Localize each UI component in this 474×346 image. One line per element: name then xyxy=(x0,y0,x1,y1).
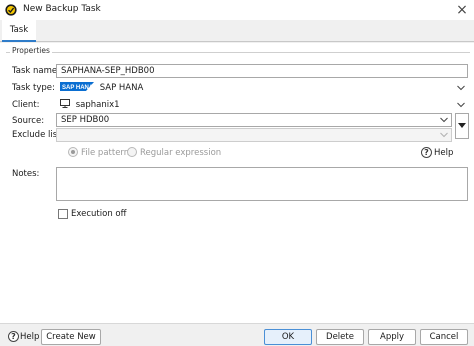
properties-section-header: Properties xyxy=(6,46,470,58)
section-title: Properties xyxy=(10,46,52,55)
dialog-footer: ? Help Create New OK Delete Apply Cancel xyxy=(0,323,474,346)
apply-button[interactable]: Apply xyxy=(368,329,416,345)
title-bar: New Backup Task × xyxy=(0,0,474,20)
hana-logo-text: SAP HANA xyxy=(62,85,94,91)
caret-down-icon xyxy=(458,123,466,128)
source-label: Source: xyxy=(12,116,45,126)
file-pattern-radio[interactable] xyxy=(68,147,78,157)
task-type-value: SAP HANA xyxy=(99,83,144,93)
source-select[interactable]: SEP HDB00 xyxy=(56,113,452,127)
inline-help-link[interactable]: Help xyxy=(434,148,453,158)
client-select[interactable]: saphanix1 xyxy=(56,98,468,112)
footer-help-link[interactable]: Help xyxy=(20,332,39,342)
regular-expression-label: Regular expression xyxy=(140,148,222,158)
notes-textarea[interactable] xyxy=(56,167,468,201)
execution-off-label: Execution off xyxy=(71,209,127,219)
backup-task-dialog: New Backup Task × Task Properties Task n… xyxy=(0,0,474,346)
regular-expression-radio[interactable] xyxy=(127,147,137,157)
app-logo-icon xyxy=(5,4,17,16)
chevron-down-icon[interactable] xyxy=(457,85,465,91)
sap-hana-logo-icon: SAP HANA xyxy=(60,82,94,91)
file-pattern-label: File pattern xyxy=(81,148,130,158)
tab-strip: Task xyxy=(0,20,474,42)
task-type-label: Task type: xyxy=(12,83,55,93)
close-icon[interactable]: × xyxy=(454,2,470,18)
execution-off-checkbox[interactable] xyxy=(58,209,68,219)
monitor-icon xyxy=(60,99,70,108)
task-name-label: Task name: xyxy=(12,66,61,76)
client-value: saphanix1 xyxy=(75,100,120,110)
client-label: Client: xyxy=(12,100,40,110)
properties-panel: Properties Task name: SAPHANA-SEP_HDB00 … xyxy=(0,43,474,323)
chevron-down-icon[interactable] xyxy=(440,117,448,123)
ok-button[interactable]: OK xyxy=(264,329,312,345)
tab-task[interactable]: Task xyxy=(2,20,36,42)
footer-help-icon[interactable]: ? xyxy=(8,331,19,342)
section-divider xyxy=(6,52,470,53)
source-value: SEP HDB00 xyxy=(61,115,110,125)
task-name-value: SAPHANA-SEP_HDB00 xyxy=(61,66,155,76)
notes-label: Notes: xyxy=(12,169,40,179)
create-new-button[interactable]: Create New xyxy=(41,329,101,345)
task-name-input[interactable]: SAPHANA-SEP_HDB00 xyxy=(56,64,468,78)
help-icon[interactable]: ? xyxy=(421,147,432,158)
exclude-list-select[interactable] xyxy=(56,128,452,142)
delete-button[interactable]: Delete xyxy=(316,329,364,345)
chevron-down-icon[interactable] xyxy=(440,132,448,138)
source-options-button[interactable] xyxy=(455,113,469,139)
chevron-down-icon[interactable] xyxy=(457,102,465,108)
window-title: New Backup Task xyxy=(23,4,101,14)
task-type-select[interactable]: SAP HANA SAP HANA xyxy=(56,81,468,95)
cancel-button[interactable]: Cancel xyxy=(420,329,468,345)
